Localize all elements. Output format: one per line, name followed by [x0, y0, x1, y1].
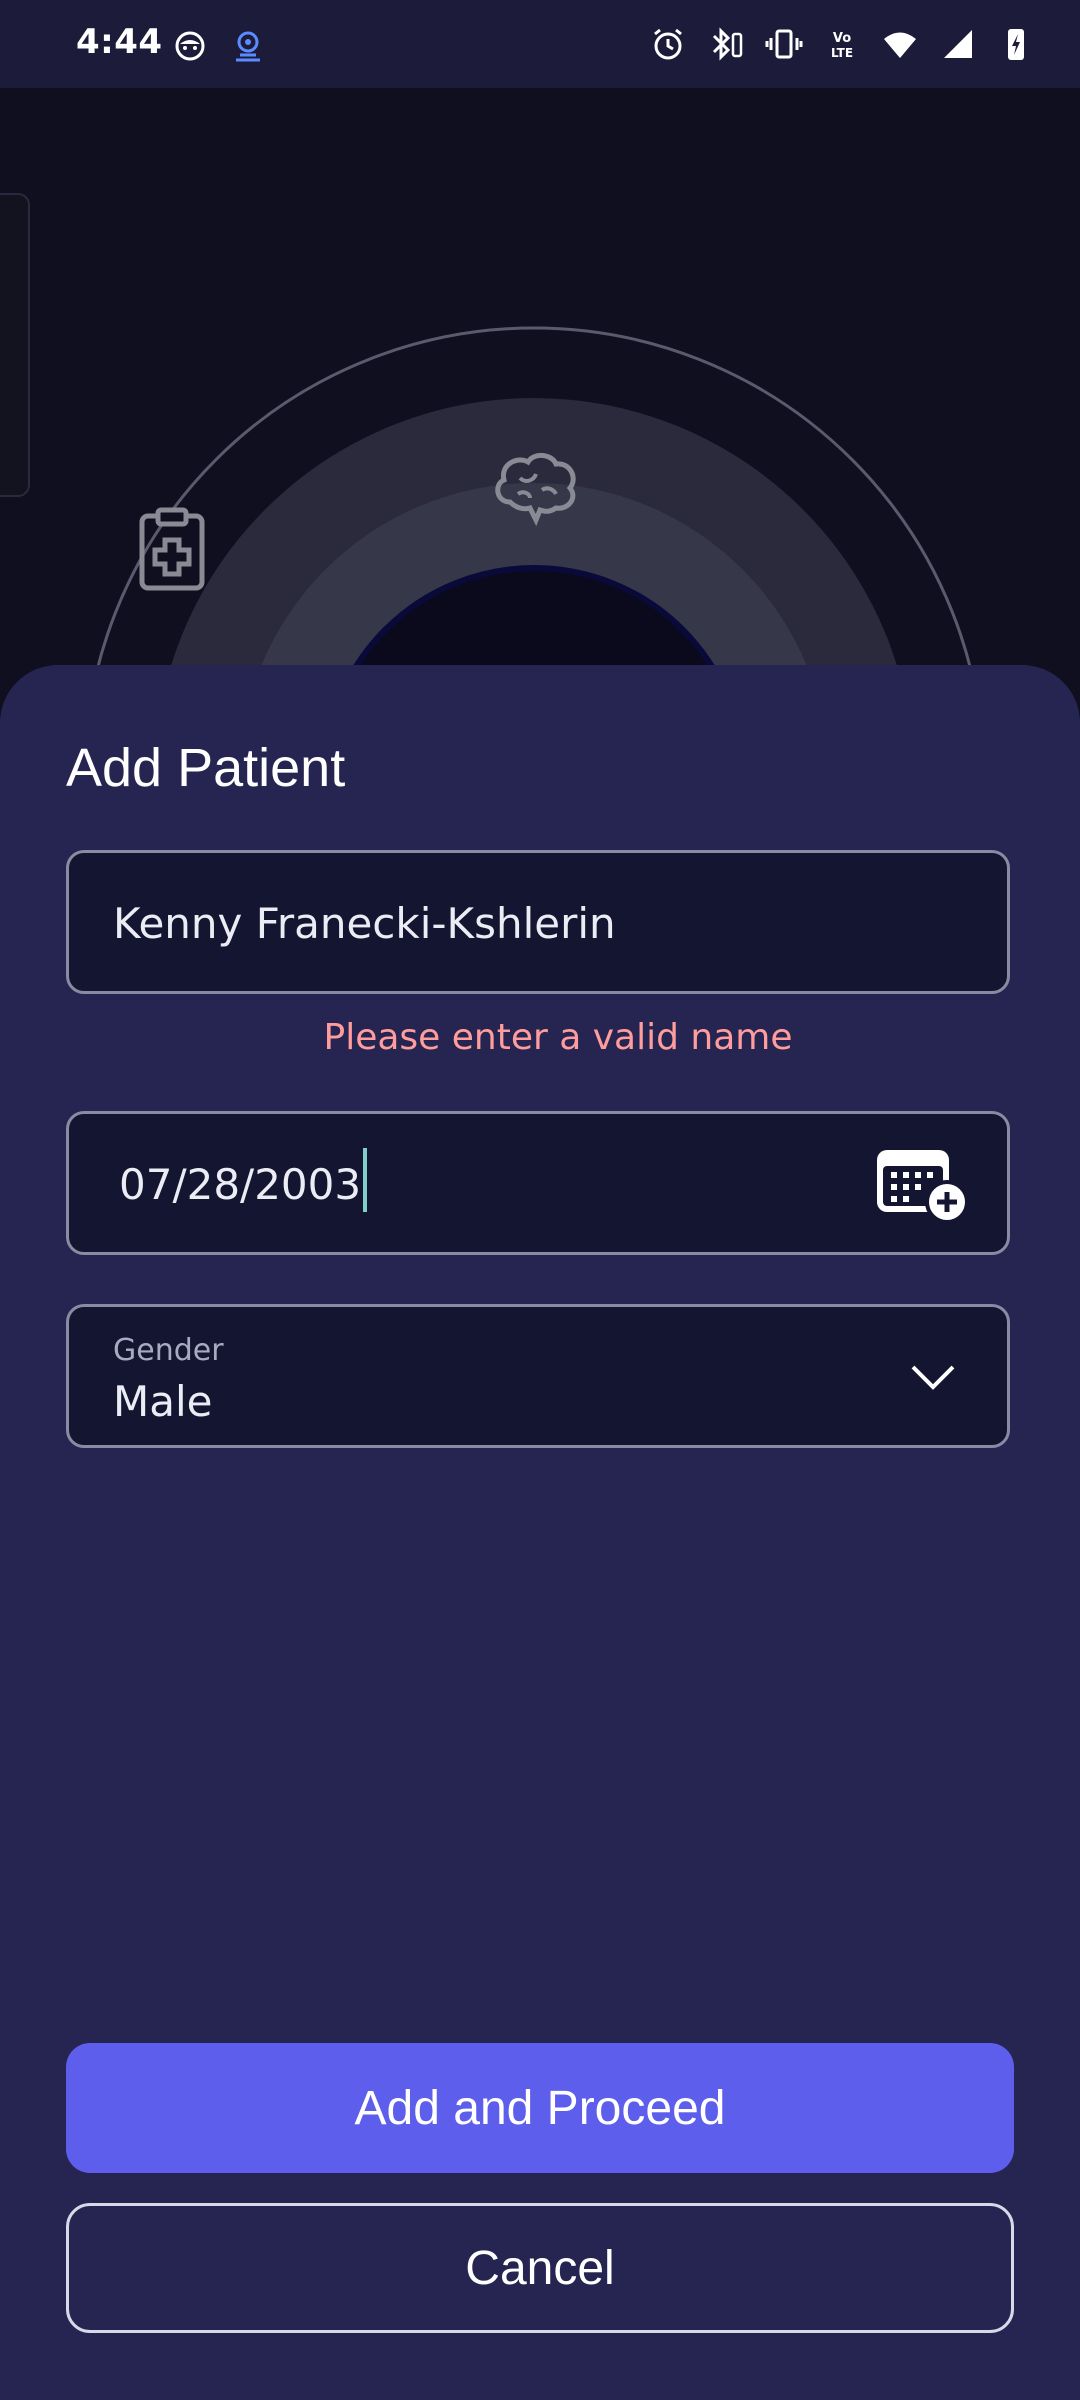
emoji-icon [175, 31, 205, 61]
add-and-proceed-button[interactable]: Add and Proceed [66, 2043, 1014, 2173]
wifi-icon [884, 32, 916, 58]
date-of-birth-field[interactable]: 07/28/2003 [66, 1111, 1010, 1255]
bluetooth-battery-icon [712, 27, 743, 61]
svg-text:LTE: LTE [831, 46, 853, 60]
add-patient-sheet: Add Patient Kenny Franecki-Kshlerin Plea… [0, 665, 1080, 2400]
vibrate-icon [765, 29, 803, 59]
sheet-title: Add Patient [66, 738, 346, 798]
status-time: 4:44 [76, 22, 163, 62]
gender-label: Gender [113, 1333, 224, 1368]
cancel-button[interactable]: Cancel [66, 2203, 1014, 2333]
chevron-down-icon [911, 1365, 955, 1390]
svg-text:Vo: Vo [833, 31, 851, 46]
calendar-add-icon[interactable] [873, 1144, 969, 1224]
status-right-icons: Vo LTE [648, 24, 1036, 64]
name-error-message: Please enter a valid name [323, 1017, 793, 1058]
patient-name-value: Kenny Franecki-Kshlerin [113, 899, 616, 948]
patient-name-field[interactable]: Kenny Franecki-Kshlerin [66, 850, 1010, 994]
text-cursor [363, 1148, 368, 1212]
gender-value: Male [113, 1377, 213, 1426]
alarm-icon [654, 28, 682, 60]
background-visual [0, 88, 1080, 708]
status-left-icons [170, 26, 268, 66]
volte-icon: Vo LTE [831, 31, 853, 60]
screen: 4:44 Vo LTE Add Patient Kenny Franecki-K… [0, 0, 1080, 2400]
brain-icon [495, 453, 576, 527]
radial-visual [88, 326, 980, 708]
battery-charging-icon [1008, 29, 1024, 60]
date-of-birth-value-wrap: 07/28/2003 [119, 1148, 368, 1216]
gender-dropdown[interactable]: Gender Male [66, 1304, 1010, 1448]
date-of-birth-value: 07/28/2003 [119, 1159, 362, 1209]
signal-icon [944, 30, 972, 58]
clipboard-medical-icon [139, 507, 205, 591]
hotspot-icon [236, 31, 260, 62]
status-bar: 4:44 Vo LTE [0, 0, 1080, 88]
